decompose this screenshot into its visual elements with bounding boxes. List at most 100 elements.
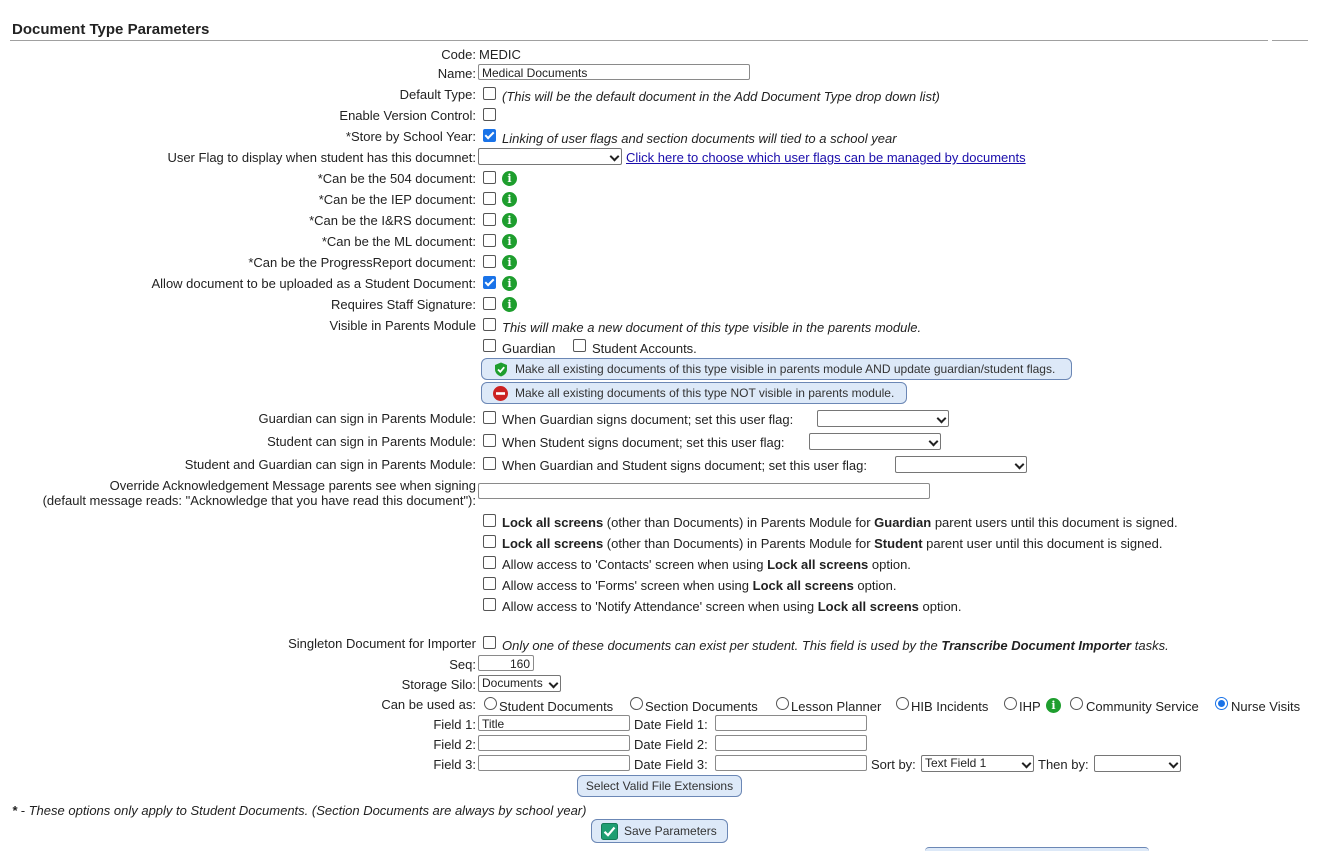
then-by-select[interactable] bbox=[1094, 755, 1181, 772]
lock-guardian-text: Lock all screens (other than Documents) … bbox=[502, 515, 1178, 530]
default-type-label: Default Type: bbox=[399, 87, 476, 102]
access-forms-checkbox[interactable] bbox=[483, 577, 496, 590]
info-icon[interactable]: i bbox=[502, 276, 517, 291]
both-sign-label: Student and Guardian can sign in Parents… bbox=[184, 457, 476, 472]
info-icon[interactable]: i bbox=[502, 297, 517, 312]
user-flag-label: User Flag to display when student has th… bbox=[167, 150, 476, 165]
opt-upload-checkbox[interactable] bbox=[483, 276, 496, 289]
opt-ml-checkbox[interactable] bbox=[483, 234, 496, 247]
student-flag-select[interactable] bbox=[809, 433, 941, 450]
field1-input[interactable]: Title bbox=[478, 715, 630, 731]
sort-by-select[interactable]: Text Field 1 bbox=[921, 755, 1034, 772]
singleton-checkbox[interactable] bbox=[483, 636, 496, 649]
radio-lesson-planner-label: Lesson Planner bbox=[791, 699, 882, 714]
user-flags-link[interactable]: Click here to choose which user flags ca… bbox=[626, 150, 1026, 166]
guardian-label: Guardian bbox=[502, 341, 556, 356]
access-attendance-checkbox[interactable] bbox=[483, 598, 496, 611]
override-input[interactable] bbox=[478, 483, 930, 499]
opt-signature-checkbox[interactable] bbox=[483, 297, 496, 310]
opt-progress-checkbox[interactable] bbox=[483, 255, 496, 268]
radio-section-documents[interactable] bbox=[630, 697, 643, 710]
version-control-checkbox[interactable] bbox=[483, 108, 496, 121]
date2-input[interactable] bbox=[715, 735, 867, 751]
parents-module-checkbox[interactable] bbox=[483, 318, 496, 331]
radio-section-documents-label: Section Documents bbox=[645, 699, 758, 714]
title-divider bbox=[10, 40, 1268, 41]
lock-guardian-checkbox[interactable] bbox=[483, 514, 496, 527]
radio-nurse-visits-label: Nurse Visits bbox=[1231, 699, 1301, 714]
access-contacts-checkbox[interactable] bbox=[483, 556, 496, 569]
guardian-flag-select[interactable] bbox=[817, 410, 949, 427]
info-icon[interactable]: i bbox=[502, 255, 517, 270]
make-not-visible-label: Make all existing documents of this type… bbox=[515, 386, 895, 400]
opt-ml-label: *Can be the ML document: bbox=[321, 234, 476, 249]
file-extensions-button[interactable]: Select Valid File Extensions bbox=[577, 775, 742, 797]
make-not-visible-button[interactable]: Make all existing documents of this type… bbox=[481, 382, 907, 404]
radio-hib-incidents[interactable] bbox=[896, 697, 909, 710]
date3-input[interactable] bbox=[715, 755, 867, 771]
code-label: Code: bbox=[441, 47, 476, 62]
access-forms-text: Allow access to 'Forms' screen when usin… bbox=[502, 578, 897, 593]
field1-label: Field 1: bbox=[433, 717, 476, 732]
storage-select[interactable]: Documents bbox=[478, 675, 561, 692]
guardian-checkbox[interactable] bbox=[483, 339, 496, 352]
chevron-down-icon bbox=[548, 678, 559, 689]
student-sign-checkbox[interactable] bbox=[483, 434, 496, 447]
field2-input[interactable] bbox=[478, 735, 630, 751]
save-parameters-button[interactable]: Save Parameters bbox=[591, 819, 728, 843]
student-sign-text: When Student signs document; set this us… bbox=[502, 435, 785, 450]
storage-label: Storage Silo: bbox=[401, 677, 476, 692]
lock-student-text: Lock all screens (other than Documents) … bbox=[502, 536, 1163, 551]
opt-iep-label: *Can be the IEP document: bbox=[318, 192, 476, 207]
shield-check-icon bbox=[495, 362, 507, 377]
chevron-down-icon bbox=[1168, 758, 1179, 769]
radio-lesson-planner[interactable] bbox=[776, 697, 789, 710]
opt-504-label: *Can be the 504 document: bbox=[317, 171, 476, 186]
singleton-label: Singleton Document for Importer bbox=[288, 636, 476, 651]
radio-community-service[interactable] bbox=[1070, 697, 1083, 710]
radio-nurse-visits[interactable] bbox=[1215, 697, 1228, 710]
singleton-note: Only one of these documents can exist pe… bbox=[502, 638, 1169, 653]
opt-504-checkbox[interactable] bbox=[483, 171, 496, 184]
access-contacts-text: Allow access to 'Contacts' screen when u… bbox=[502, 557, 911, 572]
lock-student-checkbox[interactable] bbox=[483, 535, 496, 548]
date1-input[interactable] bbox=[715, 715, 867, 731]
opt-irs-label: *Can be the I&RS document: bbox=[309, 213, 476, 228]
radio-student-documents[interactable] bbox=[484, 697, 497, 710]
seq-input[interactable]: 160 bbox=[478, 655, 534, 671]
student-accounts-checkbox[interactable] bbox=[573, 339, 586, 352]
school-year-label: *Store by School Year: bbox=[345, 129, 476, 144]
info-icon[interactable]: i bbox=[502, 234, 517, 249]
make-visible-button[interactable]: Make all existing documents of this type… bbox=[481, 358, 1072, 380]
opt-iep-checkbox[interactable] bbox=[483, 192, 496, 205]
name-input[interactable]: Medical Documents bbox=[478, 64, 750, 80]
sort-by-label: Sort by: bbox=[871, 757, 916, 772]
override-label-2: (default message reads: "Acknowledge tha… bbox=[42, 493, 476, 508]
access-attendance-text: Allow access to 'Notify Attendance' scre… bbox=[502, 599, 962, 614]
chevron-down-icon bbox=[936, 413, 947, 424]
both-flag-select[interactable] bbox=[895, 456, 1027, 473]
user-flag-select[interactable] bbox=[478, 148, 622, 165]
info-icon[interactable]: i bbox=[502, 213, 517, 228]
chevron-down-icon bbox=[609, 151, 620, 162]
opt-irs-checkbox[interactable] bbox=[483, 213, 496, 226]
student-sign-label: Student can sign in Parents Module: bbox=[267, 434, 476, 449]
info-icon[interactable]: i bbox=[502, 171, 517, 186]
radio-ihp[interactable] bbox=[1004, 697, 1017, 710]
both-sign-checkbox[interactable] bbox=[483, 457, 496, 470]
field3-input[interactable] bbox=[478, 755, 630, 771]
make-visible-label: Make all existing documents of this type… bbox=[515, 362, 1056, 376]
parents-module-note: This will make a new document of this ty… bbox=[502, 320, 922, 335]
guardian-sign-checkbox[interactable] bbox=[483, 411, 496, 424]
date1-label: Date Field 1: bbox=[634, 717, 708, 732]
student-accounts-label: Student Accounts. bbox=[592, 341, 697, 356]
chevron-down-icon bbox=[1021, 758, 1032, 769]
used-as-label: Can be used as: bbox=[381, 697, 476, 712]
guardian-sign-label: Guardian can sign in Parents Module: bbox=[258, 411, 476, 426]
parents-module-label: Visible in Parents Module bbox=[329, 318, 476, 333]
school-year-checkbox[interactable] bbox=[483, 129, 496, 142]
opt-signature-label: Requires Staff Signature: bbox=[330, 297, 476, 312]
info-icon[interactable]: i bbox=[502, 192, 517, 207]
info-icon[interactable]: i bbox=[1046, 698, 1061, 713]
default-type-checkbox[interactable] bbox=[483, 87, 496, 100]
